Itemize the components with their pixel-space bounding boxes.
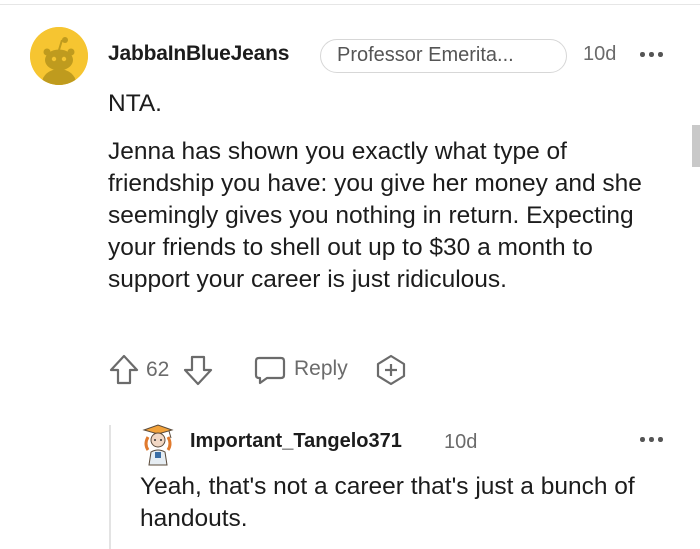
vote-count: 62 (146, 358, 170, 381)
user-avatar[interactable] (30, 27, 88, 85)
top-divider (0, 4, 700, 5)
comment-username[interactable]: JabbaInBlueJeans (108, 42, 289, 66)
user-flair: Professor Emerita... (320, 39, 567, 73)
thread-line[interactable] (109, 425, 111, 549)
reply-bubble-icon[interactable] (254, 354, 286, 386)
reply-more-options-icon[interactable] (640, 434, 668, 444)
more-options-icon[interactable] (640, 49, 668, 59)
downvote-arrow-icon[interactable] (183, 354, 213, 386)
reply-user-avatar[interactable] (138, 422, 178, 466)
snoo-icon (30, 27, 88, 85)
comment-body-paragraph: Jenna has shown you exactly what type of… (108, 138, 642, 293)
reply-body: Yeah, that's not a career that's just a … (140, 473, 635, 532)
award-plus-icon[interactable] (374, 354, 408, 386)
custom-avatar-icon (142, 424, 174, 466)
reply-username[interactable]: Important_Tangelo371 (190, 430, 402, 453)
upvote-arrow-icon[interactable] (109, 354, 139, 386)
scrollbar-thumb[interactable] (692, 125, 700, 167)
comment-timestamp: 10d (583, 43, 617, 65)
comment-body-line-1: NTA. (108, 90, 162, 117)
reply-timestamp: 10d (444, 431, 478, 453)
reply-button[interactable]: Reply (294, 357, 348, 381)
